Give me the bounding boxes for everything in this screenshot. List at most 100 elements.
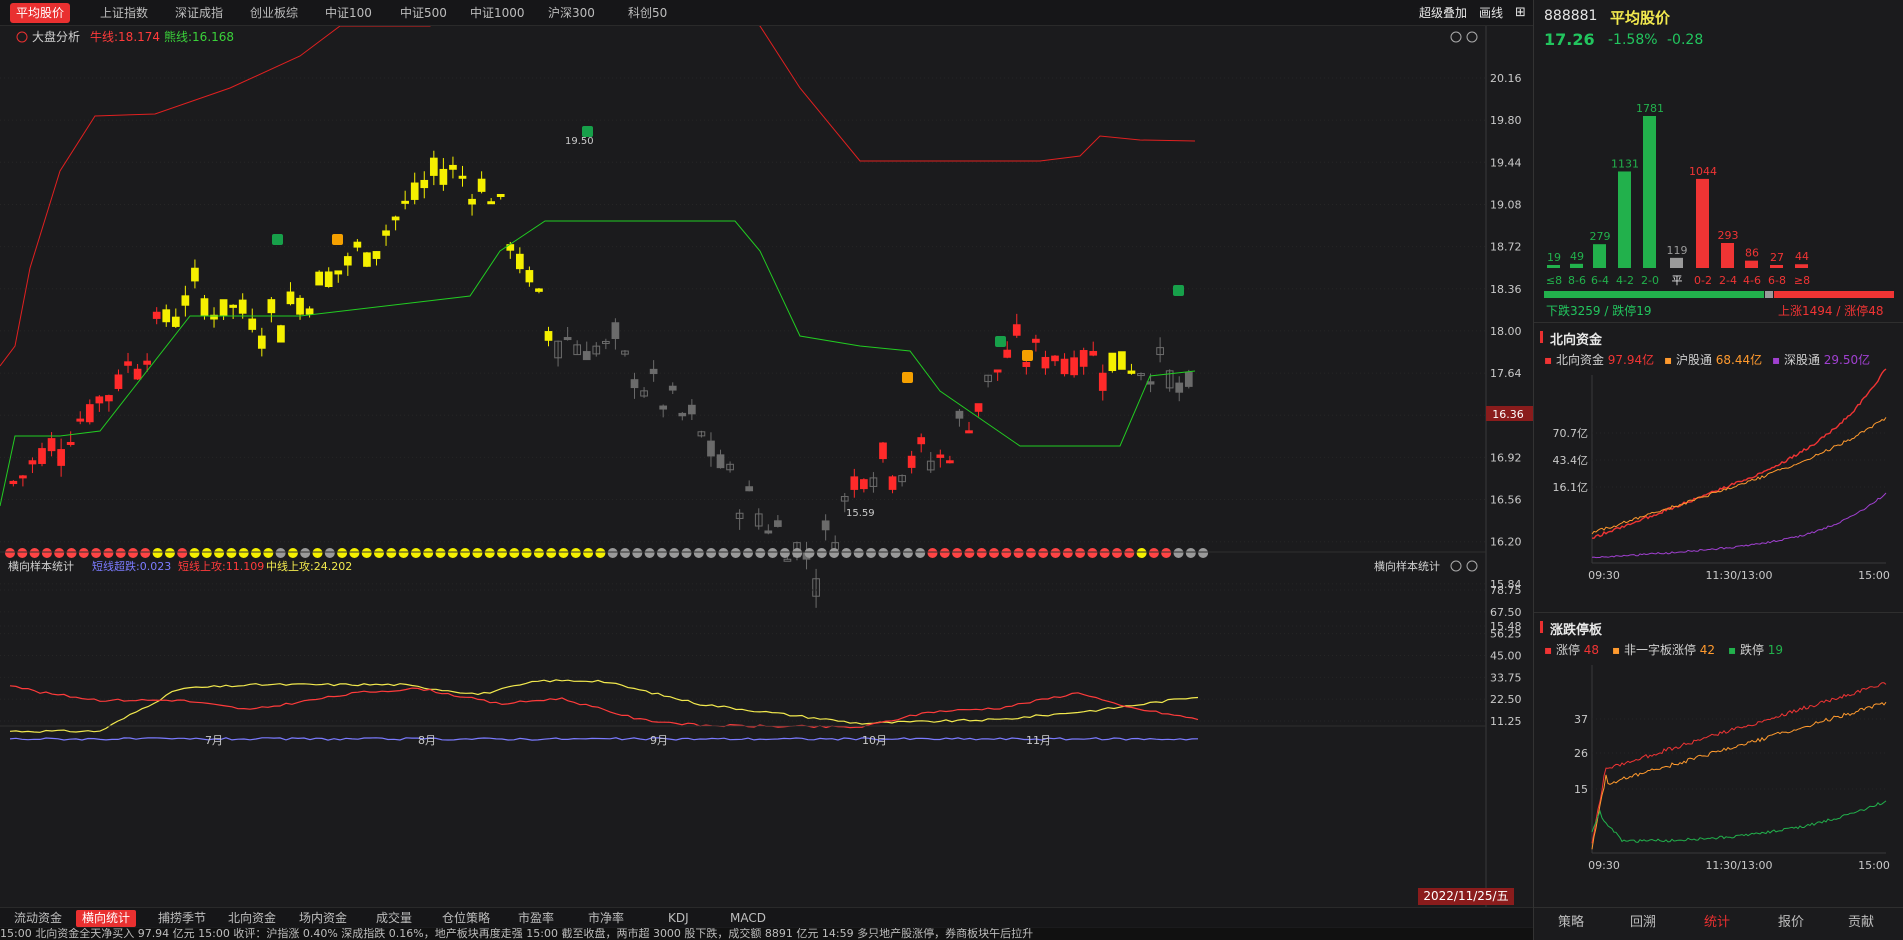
sub-help-icon[interactable] [1466, 560, 1478, 572]
indicator-tab[interactable]: 横向统计 [76, 910, 137, 927]
candle-body [678, 412, 687, 417]
dist-value: 49 [1570, 250, 1584, 263]
index-tab[interactable]: 中证500 [400, 3, 447, 23]
candle-body [353, 241, 362, 248]
index-tab[interactable]: 平均股价 [10, 3, 71, 23]
help-icon[interactable] [1466, 31, 1478, 43]
candle-body [363, 252, 371, 267]
signal-dot [915, 548, 926, 558]
right-tab[interactable]: 贡献 [1848, 911, 1874, 930]
signal-dot [706, 548, 717, 558]
signal-dot [632, 548, 643, 558]
signal-dot [1001, 548, 1012, 558]
candle-body [257, 335, 266, 349]
candle-body [324, 271, 333, 288]
signal-dot [927, 548, 938, 558]
signal-dot [472, 548, 483, 558]
signal-dot [386, 548, 397, 558]
bull-line [0, 0, 1196, 367]
northbound-title: 北向资金 [1550, 333, 1603, 348]
dropdown-icon[interactable] [16, 31, 28, 43]
indicator-tab[interactable]: 北向资金 [228, 910, 276, 927]
indicator-tab[interactable]: 市盈率 [518, 910, 554, 927]
candle-body [993, 369, 1002, 373]
y-tick-label: 19.80 [1490, 114, 1522, 127]
candle-body [965, 430, 973, 434]
dist-bar [1547, 265, 1560, 268]
dist-value: 293 [1718, 229, 1739, 242]
index-tab[interactable]: 上证指数 [100, 3, 148, 23]
indicator-tab[interactable]: KDJ [668, 910, 689, 927]
stock-pct: -1.58% [1608, 32, 1658, 48]
signal-dot [804, 548, 815, 558]
buy-signal-icon [902, 372, 913, 383]
y-tick-label: 18.36 [1490, 283, 1522, 296]
signal-dot [853, 548, 864, 558]
right-tab[interactable]: 回溯 [1630, 911, 1656, 930]
candle-body [1184, 372, 1193, 387]
dist-value: 86 [1745, 247, 1759, 260]
candle-body [1003, 349, 1012, 358]
cursor-date-badge: 2022/11/25/五 [1418, 888, 1514, 905]
indicator-tab[interactable]: MACD [730, 910, 766, 927]
candle-body [1051, 355, 1059, 362]
indicator-tab[interactable]: 流动资金 [14, 910, 62, 927]
candle-body [745, 486, 754, 492]
signal-dot [423, 548, 434, 558]
index-tab[interactable]: 科创50 [628, 3, 667, 23]
candle-body [879, 442, 887, 460]
settings-icon[interactable] [1450, 31, 1462, 43]
candle-body [391, 216, 400, 221]
signal-dot [1099, 548, 1110, 558]
right-tab[interactable]: 统计 [1704, 911, 1730, 930]
signal-dot [5, 548, 15, 558]
signal-dot [251, 548, 261, 558]
signal-dot [238, 548, 249, 558]
candle-body [974, 403, 983, 412]
draw-line-button[interactable]: 画线 [1479, 3, 1503, 23]
stock-change: -0.28 [1667, 32, 1704, 48]
y-tick-label: 16.92 [1490, 451, 1522, 464]
bear-line-value: 熊线:16.168 [164, 29, 234, 44]
index-tab[interactable]: 沪深300 [548, 3, 595, 23]
northbound-marker [1540, 331, 1543, 343]
dist-label: 0-2 [1694, 274, 1712, 287]
signal-dot [189, 548, 200, 558]
candle-body [917, 437, 926, 445]
indicator-tab[interactable]: 仓位策略 [442, 910, 490, 927]
candle-body [76, 418, 85, 422]
signal-dot [484, 548, 495, 558]
right-tab[interactable]: 报价 [1778, 911, 1804, 930]
signal-dot [866, 548, 876, 558]
candle-body [343, 256, 352, 266]
index-tab[interactable]: 中证1000 [470, 3, 525, 23]
signal-dot [177, 548, 188, 558]
dist-bar [1570, 263, 1583, 268]
signal-dot [1112, 548, 1122, 558]
stock-code: 888881 [1544, 8, 1598, 24]
index-tab[interactable]: 深证成指 [175, 3, 223, 23]
index-tab[interactable]: 创业板综 [250, 3, 298, 23]
signal-dot [767, 548, 778, 558]
overlay-button[interactable]: 超级叠加 [1419, 3, 1467, 23]
candle-body [334, 270, 343, 275]
dist-label: 8-6 [1568, 274, 1586, 287]
candle-body [468, 198, 476, 205]
signal-dot [398, 548, 409, 558]
northbound-section: 北向资金 ▪ 北向资金 97.94亿 ▪ 沪股通 68.44亿 ▪ 深股通 29.5… [1534, 322, 1903, 612]
indicator-tab[interactable]: 场内资金 [299, 910, 347, 927]
indicator-tab[interactable]: 捕捞季节 [158, 910, 206, 927]
right-tab[interactable]: 策略 [1558, 911, 1584, 930]
sub-settings-icon[interactable] [1450, 560, 1462, 572]
grid-icon[interactable]: ⊞ [1515, 3, 1526, 23]
indicator-tab[interactable]: 市净率 [588, 910, 624, 927]
signal-dot [214, 548, 225, 558]
signal-dot [1148, 548, 1159, 558]
dist-label: 4-6 [1743, 274, 1761, 287]
candle-body [688, 404, 696, 415]
signal-dot [693, 548, 704, 558]
main-chart-svg[interactable]: 20.16 19.80 19.44 19.08 18.72 18.36 18.00 17.64… [0, 0, 1533, 910]
index-tab[interactable]: 中证100 [325, 3, 372, 23]
candle-body [955, 410, 964, 419]
indicator-tab[interactable]: 成交量 [376, 910, 412, 927]
